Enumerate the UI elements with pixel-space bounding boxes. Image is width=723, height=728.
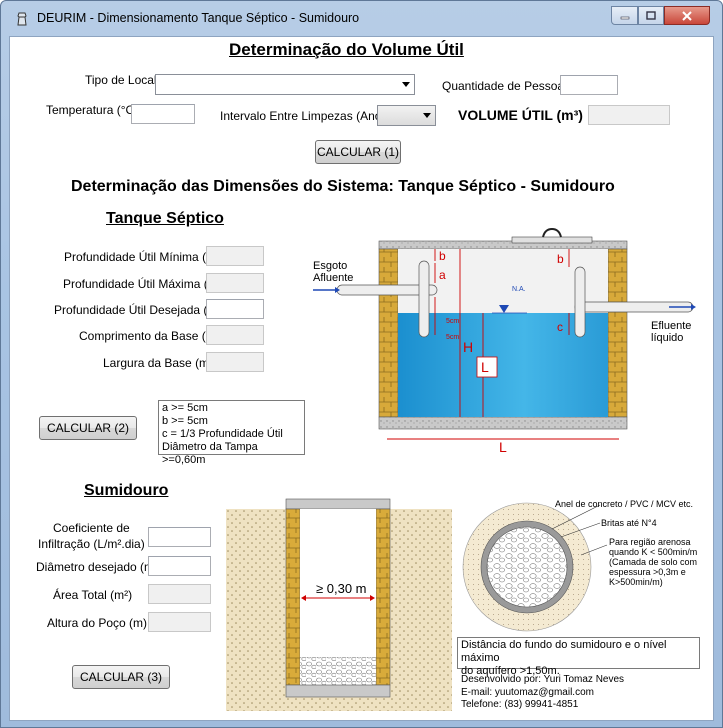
na-label: N.A. — [512, 286, 526, 293]
calcular-3-button[interactable]: CALCULAR (3) — [72, 665, 170, 689]
dim-l-water: L — [481, 359, 489, 375]
coef-input[interactable] — [148, 527, 211, 547]
prof-maxima-output — [206, 273, 264, 293]
largura-label: Largura da Base (m) — [103, 356, 214, 370]
credits: Desenvolvido por: Yuri Tomaz Neves E-mai… — [461, 674, 624, 712]
window-title: DEURIM - Dimensionamento Tanque Séptico … — [37, 11, 360, 25]
intervalo-label: Intervalo Entre Limpezas (Anos) — [220, 109, 392, 123]
pessoas-input[interactable] — [560, 75, 618, 95]
diametro-input[interactable] — [148, 556, 211, 576]
minimize-icon — [620, 16, 629, 19]
tanque-notes: a >= 5cm b >= 5cm c = 1/3 Profundidade Ú… — [158, 400, 305, 466]
temperatura-label: Temperatura (°C) — [46, 103, 139, 117]
afluente-label: Afluente — [313, 272, 353, 284]
prof-minima-label: Profundidade Útil Mínima (m) — [64, 250, 221, 264]
close-icon — [682, 10, 692, 21]
tipo-local-select[interactable] — [155, 74, 415, 95]
regiao-label-4: espessura >0,3m e — [609, 567, 686, 577]
coef-label-1: Coeficiente de — [53, 521, 130, 535]
esgoto-label: Esgoto — [313, 260, 347, 272]
dim-5cm-top: 5cm — [446, 318, 459, 325]
volume-heading: Determinação do Volume Útil — [229, 40, 464, 59]
intervalo-select[interactable] — [377, 105, 436, 126]
tanque-heading: Tanque Séptico — [106, 210, 224, 227]
close-button[interactable] — [664, 6, 710, 25]
system-heading: Determinação das Dimensões do Sistema: T… — [71, 178, 615, 195]
regiao-label-5: K>500min/m) — [609, 577, 663, 587]
prof-minima-output — [206, 246, 264, 266]
regiao-label-1: Para região arenosa — [609, 537, 691, 547]
dim-b-right: b — [557, 252, 564, 266]
area-output — [148, 584, 211, 604]
prof-desejada-label: Profundidade Útil Desejada (m) — [54, 303, 222, 317]
sumidouro-heading: Sumidouro — [84, 482, 169, 499]
dim-b-left: b — [439, 249, 446, 263]
tanque-diagram: b a H b c L 5cm 5cm L Esgoto Afluente Ef… — [307, 227, 700, 457]
anel-label: Anel de concreto / PVC / MCV etc. — [555, 499, 693, 509]
client-area: Determinação do Volume Útil Tipo de Loca… — [9, 36, 714, 721]
note-b: b >= 5cm — [162, 415, 208, 427]
calcular-1-button[interactable]: CALCULAR (1) — [315, 140, 401, 164]
sumidouro-plan-diagram: Anel de concreto / PVC / MCV etc. Britas… — [462, 499, 697, 632]
volume-util-label: VOLUME ÚTIL (m³) — [458, 107, 583, 123]
efluente-label: Efluente — [651, 320, 691, 332]
minimize-button[interactable] — [611, 6, 638, 25]
comprimento-output — [206, 325, 264, 345]
regiao-label-3: (Camada de solo com — [609, 557, 697, 567]
tipo-local-label: Tipo de Local — [85, 73, 157, 87]
volume-util-output — [588, 105, 670, 125]
credits-phone: Telefone: (83) 99941-4851 — [461, 699, 579, 710]
liquido-label: líquido — [651, 332, 683, 344]
calcular-2-button[interactable]: CALCULAR (2) — [39, 416, 137, 440]
diameter-dim-label: ≥ 0,30 m — [316, 581, 367, 596]
app-icon — [17, 12, 27, 26]
area-label: Área Total (m²) — [53, 588, 133, 602]
note-tampa: Diâmetro da Tampa >=0,60m — [162, 441, 258, 466]
comprimento-label: Comprimento da Base (m) — [79, 329, 220, 343]
note-c: c = 1/3 Profundidade Útil — [162, 428, 283, 440]
aquifero-note: Distância do fundo do sumidouro e o níve… — [457, 637, 700, 677]
altura-label: Altura do Poço (m) — [47, 616, 148, 630]
prof-desejada-input[interactable] — [206, 299, 264, 319]
britas-label: Britas até N°4 — [601, 518, 657, 528]
diametro-label: Diâmetro desejado (m) — [36, 560, 159, 574]
aquifero-note-line-1: Distância do fundo do sumidouro e o níve… — [461, 639, 667, 664]
coef-label-2: Infiltração (L/m².dia) — [38, 537, 145, 551]
largura-output — [206, 352, 264, 372]
note-a: a >= 5cm — [162, 402, 208, 414]
regiao-label-2: quando K < 500min/m — [609, 547, 697, 557]
chevron-down-icon — [402, 82, 410, 87]
chevron-down-icon — [423, 113, 431, 118]
credits-email: E-mail: yuutomaz@gmail.com — [461, 686, 594, 698]
maximize-icon — [646, 11, 656, 20]
altura-output — [148, 612, 211, 632]
maximize-button[interactable] — [638, 6, 664, 25]
dim-h: H — [463, 339, 473, 355]
dim-c: c — [557, 320, 563, 334]
pessoas-label: Quantidade de Pessoas — [442, 79, 571, 93]
temperatura-input[interactable] — [131, 104, 195, 124]
dim-l-bottom: L — [499, 439, 507, 455]
title-bar[interactable]: DEURIM - Dimensionamento Tanque Séptico … — [1, 1, 722, 37]
dim-a: a — [439, 268, 446, 282]
app-window: DEURIM - Dimensionamento Tanque Séptico … — [0, 0, 723, 728]
dim-5cm-bottom: 5cm — [446, 334, 459, 341]
sumidouro-diagram: ≥ 0,30 m — [226, 498, 452, 711]
credits-developer: Desenvolvido por: Yuri Tomaz Neves — [461, 674, 625, 685]
prof-maxima-label: Profundidade Útil Máxima (m) — [63, 277, 222, 291]
